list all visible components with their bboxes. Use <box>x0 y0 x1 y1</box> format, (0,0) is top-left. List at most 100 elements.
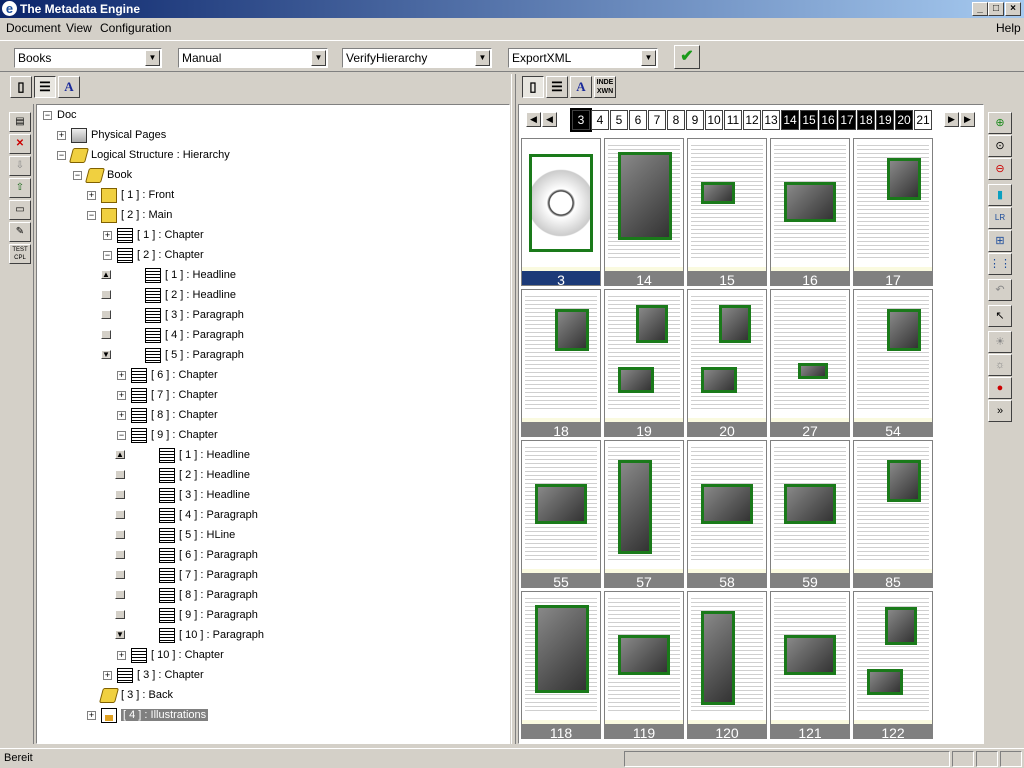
tree-node[interactable]: [ 6 ] : Paragraph <box>37 547 507 565</box>
maximize-button[interactable]: □ <box>988 2 1004 16</box>
test-icon[interactable]: TEST CPL <box>9 244 31 264</box>
tree-node[interactable]: − Logical Structure : Hierarchy <box>37 147 507 165</box>
page-tab[interactable]: 9 <box>686 110 704 130</box>
page-thumbnail[interactable]: 55 <box>521 440 601 590</box>
page-tab[interactable]: 13 <box>762 110 780 130</box>
edit-icon[interactable]: ✎ <box>9 222 31 242</box>
more-icon[interactable]: » <box>988 400 1012 422</box>
properties-icon[interactable]: ▤ <box>9 112 31 132</box>
reorder-handle[interactable] <box>115 570 125 579</box>
tree-node[interactable]: + [ 8 ] : Chapter <box>37 407 507 425</box>
tree-node[interactable]: − [ 9 ] : Chapter <box>37 427 507 445</box>
chevron-down-icon[interactable]: ▼ <box>145 50 160 66</box>
tree-node[interactable]: − [ 2 ] : Main <box>37 207 507 225</box>
page-tab[interactable]: 8 <box>667 110 685 130</box>
page-tab[interactable]: 10 <box>705 110 723 130</box>
delete-icon[interactable]: ✕ <box>9 134 31 154</box>
tree-node[interactable]: [ 1 ] : Headline <box>37 447 507 465</box>
page-thumbnail[interactable]: 121 <box>770 591 850 741</box>
tree-node[interactable]: [ 10 ] : Paragraph <box>37 627 507 645</box>
page-thumbnail[interactable]: 27 <box>770 289 850 439</box>
page-thumbnail[interactable]: 54 <box>853 289 933 439</box>
pointer-icon[interactable]: ↖ <box>988 305 1012 327</box>
tree-node[interactable]: [ 3 ] : Back <box>37 687 507 705</box>
expand-icon[interactable]: + <box>87 191 96 200</box>
menu-document[interactable]: Document <box>6 21 61 35</box>
tree-node[interactable]: + Physical Pages <box>37 127 507 145</box>
reorder-handle[interactable] <box>101 330 111 339</box>
two-page-icon[interactable]: LR <box>988 207 1012 229</box>
collapse-icon[interactable]: − <box>73 171 82 180</box>
reorder-handle[interactable] <box>115 490 125 499</box>
text-view-icon[interactable]: A <box>570 76 592 98</box>
page-tab[interactable]: 17 <box>838 110 856 130</box>
page-thumbnail[interactable]: 122 <box>853 591 933 741</box>
last-page-icon[interactable]: ▶ <box>960 112 975 127</box>
single-page-icon[interactable]: ▮ <box>988 184 1012 206</box>
reorder-handle[interactable] <box>115 550 125 559</box>
page-tab[interactable]: 3 <box>570 108 592 132</box>
page-tab[interactable]: 5 <box>610 110 628 130</box>
first-page-icon[interactable]: ◀ <box>526 112 541 127</box>
menu-help[interactable]: Help <box>996 21 1021 35</box>
reorder-handle[interactable] <box>101 310 111 319</box>
move-down-icon[interactable]: ⇩ <box>9 156 31 176</box>
page-tab[interactable]: 21 <box>914 110 932 130</box>
grid-page-icon[interactable]: ⋮⋮ <box>988 253 1012 275</box>
menu-configuration[interactable]: Configuration <box>100 21 171 35</box>
page-tab[interactable]: 15 <box>800 110 818 130</box>
tree-node[interactable]: + [ 6 ] : Chapter <box>37 367 507 385</box>
tree-node[interactable]: + [ 7 ] : Chapter <box>37 387 507 405</box>
tree-node[interactable]: + [ 3 ] : Chapter <box>37 667 507 685</box>
page-tab[interactable]: 19 <box>876 110 894 130</box>
structure-view-icon[interactable]: ☰ <box>34 76 56 98</box>
page-thumbnail[interactable]: 59 <box>770 440 850 590</box>
page-thumbnail[interactable]: 118 <box>521 591 601 741</box>
zoom-in-icon[interactable]: ⊕ <box>988 112 1012 134</box>
page-thumbnail[interactable]: 17 <box>853 138 933 288</box>
page-thumbnail[interactable]: 16 <box>770 138 850 288</box>
mode-select[interactable]: Manual ▼ <box>178 48 328 68</box>
tree-node[interactable]: + [ 1 ] : Front <box>37 187 507 205</box>
tree-node[interactable]: [ 4 ] : Paragraph <box>37 507 507 525</box>
reorder-handle[interactable] <box>115 610 125 619</box>
page-thumbnail[interactable]: 57 <box>604 440 684 590</box>
reorder-handle[interactable] <box>101 290 111 299</box>
page-thumbnail[interactable]: 85 <box>853 440 933 590</box>
expand-icon[interactable]: + <box>117 371 126 380</box>
page-tab[interactable]: 12 <box>743 110 761 130</box>
pane-splitter[interactable] <box>511 74 516 744</box>
page-tab[interactable]: 11 <box>724 110 742 130</box>
text-view-icon[interactable]: A <box>58 76 80 98</box>
reorder-handle[interactable] <box>115 510 125 519</box>
page-tab[interactable]: 20 <box>895 110 913 130</box>
reorder-handle[interactable]: ▼ <box>115 630 125 639</box>
tree-node[interactable]: + [ 1 ] : Chapter <box>37 227 507 245</box>
chevron-down-icon[interactable]: ▼ <box>641 50 656 66</box>
reorder-handle[interactable] <box>115 590 125 599</box>
page-tab[interactable]: 16 <box>819 110 837 130</box>
prev-page-icon[interactable]: ◀ <box>542 112 557 127</box>
page-thumbnail[interactable]: 120 <box>687 591 767 741</box>
structure-tree[interactable]: − Doc + Physical Pages − Logical Structure : … <box>36 104 510 744</box>
tree-node[interactable]: − [ 2 ] : Chapter <box>37 247 507 265</box>
page-thumbnail[interactable]: 15 <box>687 138 767 288</box>
expand-icon[interactable]: + <box>117 651 126 660</box>
page-thumbnail[interactable]: 19 <box>604 289 684 439</box>
next-page-icon[interactable]: ▶ <box>944 112 959 127</box>
reorder-handle[interactable]: ▲ <box>115 450 125 459</box>
page-thumbnail[interactable]: 58 <box>687 440 767 590</box>
tree-node[interactable]: [ 7 ] : Paragraph <box>37 567 507 585</box>
expand-icon[interactable]: + <box>103 671 112 680</box>
tree-node[interactable]: [ 2 ] : Headline <box>37 467 507 485</box>
run-button[interactable]: ✔ <box>674 45 700 69</box>
reorder-handle[interactable] <box>115 530 125 539</box>
expand-icon[interactable]: + <box>103 231 112 240</box>
list-icon[interactable]: ▭ <box>9 200 31 220</box>
menu-view[interactable]: View <box>66 21 92 35</box>
page-thumbnail[interactable]: 20 <box>687 289 767 439</box>
expand-icon[interactable]: + <box>117 411 126 420</box>
tree-node[interactable]: [ 5 ] : HLine <box>37 527 507 545</box>
zoom-reset-icon[interactable]: ⊙ <box>988 135 1012 157</box>
collapse-icon[interactable]: − <box>43 111 52 120</box>
